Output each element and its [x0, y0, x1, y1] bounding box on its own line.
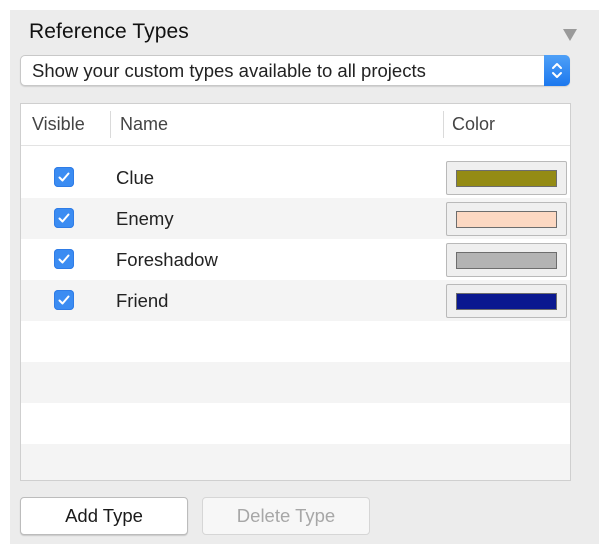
delete-type-button[interactable]: Delete Type: [202, 497, 370, 535]
scope-popup-button[interactable]: Show your custom types available to all …: [20, 55, 570, 86]
panel-title: Reference Types: [29, 20, 189, 43]
column-header-visible[interactable]: Visible: [32, 114, 85, 135]
color-swatch: [456, 252, 557, 269]
column-separator: [443, 111, 444, 138]
empty-row: [21, 403, 570, 444]
collapse-triangle-icon[interactable]: [563, 29, 577, 41]
type-name: Foreshadow: [116, 249, 218, 270]
scope-popup-label: Show your custom types available to all …: [32, 60, 426, 81]
column-header-color[interactable]: Color: [452, 114, 495, 135]
reference-types-table: Visible Name Color Clue Enemy Foreshadow: [20, 103, 571, 481]
table-row[interactable]: Enemy: [21, 198, 570, 239]
visible-checkbox[interactable]: [54, 290, 74, 310]
color-swatch: [456, 170, 557, 187]
type-name: Enemy: [116, 208, 174, 229]
table-row[interactable]: Friend: [21, 280, 570, 321]
visible-checkbox[interactable]: [54, 167, 74, 187]
popup-chevron-updown-icon: [544, 55, 570, 86]
empty-row: [21, 444, 570, 480]
column-header-name[interactable]: Name: [120, 114, 168, 135]
color-swatch: [456, 293, 557, 310]
color-well[interactable]: [446, 243, 567, 277]
table-row[interactable]: Foreshadow: [21, 239, 570, 280]
add-type-button[interactable]: Add Type: [20, 497, 188, 535]
table-header: Visible Name Color: [21, 104, 570, 146]
color-well[interactable]: [446, 161, 567, 195]
color-well[interactable]: [446, 284, 567, 318]
color-swatch: [456, 211, 557, 228]
type-name: Clue: [116, 167, 155, 188]
type-name: Friend: [116, 290, 169, 311]
empty-row: [21, 321, 570, 362]
table-row[interactable]: Clue: [21, 157, 570, 198]
column-separator: [110, 111, 111, 138]
empty-row: [21, 362, 570, 403]
visible-checkbox[interactable]: [54, 249, 74, 269]
visible-checkbox[interactable]: [54, 208, 74, 228]
color-well[interactable]: [446, 202, 567, 236]
